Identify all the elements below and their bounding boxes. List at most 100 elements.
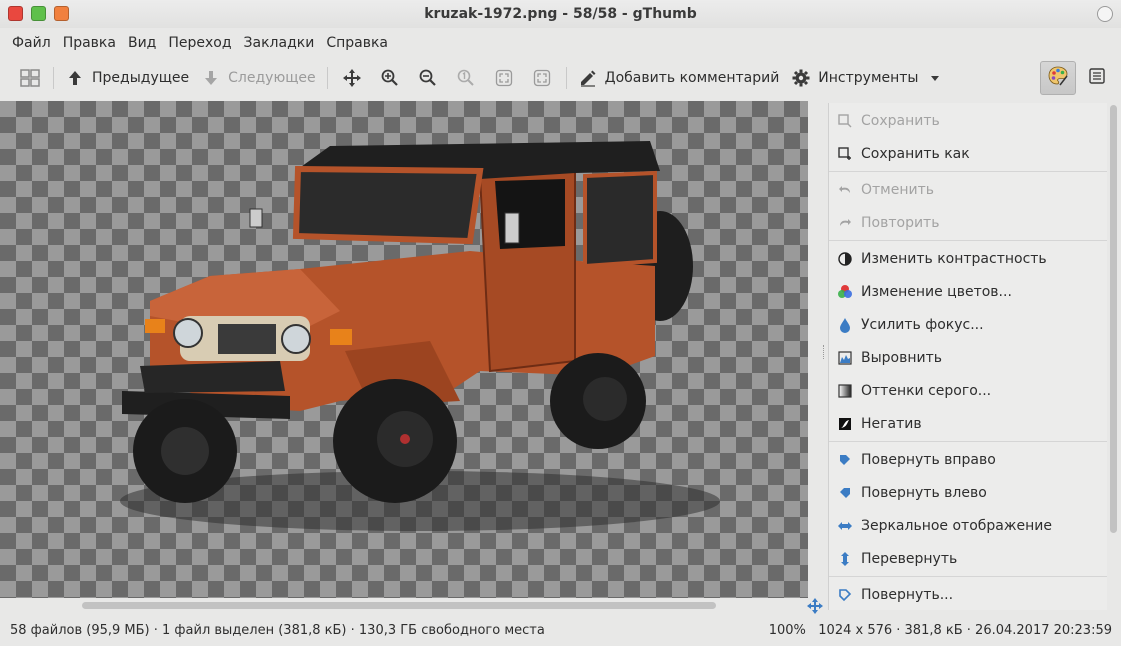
zoom-fill-icon	[532, 68, 552, 88]
tool-undo[interactable]: Отменить	[829, 173, 1107, 206]
properties-button[interactable]	[1082, 61, 1112, 95]
toolbar-separator	[53, 67, 54, 89]
image-tools-toggle[interactable]	[1040, 61, 1076, 95]
status-bar: 58 файлов (95,9 МБ) · 1 файл выделен (38…	[0, 614, 1121, 646]
contrast-icon	[837, 251, 853, 267]
tool-rotate-right[interactable]: Повернуть вправо	[829, 443, 1107, 476]
jeep-image	[120, 141, 720, 531]
menu-go[interactable]: Переход	[162, 35, 237, 51]
zoom-1-icon	[456, 68, 476, 88]
pencil-icon	[578, 68, 598, 88]
tool-sharpen-label: Усилить фокус...	[861, 316, 984, 333]
tool-redo[interactable]: Повторить	[829, 206, 1107, 239]
zoom-in-icon	[380, 68, 400, 88]
window-menu-button[interactable]	[1097, 6, 1113, 22]
menu-edit[interactable]: Правка	[57, 35, 122, 51]
browser-view-button[interactable]	[12, 62, 48, 94]
tool-colors[interactable]: Изменение цветов...	[829, 275, 1107, 308]
viewer-horizontal-scrollbar[interactable]	[0, 598, 822, 614]
status-files-info: 58 файлов (95,9 МБ) · 1 файл выделен (38…	[10, 622, 545, 638]
tool-flip-label: Перевернуть	[861, 550, 958, 567]
menu-bookmarks[interactable]: Закладки	[238, 35, 321, 51]
tool-rotate-label: Повернуть...	[861, 586, 954, 603]
grid-icon	[20, 68, 40, 88]
add-comment-button[interactable]: Добавить комментарий	[572, 62, 786, 94]
previous-button[interactable]: Предыдущее	[59, 62, 195, 94]
menu-help[interactable]: Справка	[320, 35, 394, 51]
tool-save-label: Сохранить	[861, 112, 940, 129]
pane-resize-handle[interactable]	[823, 345, 826, 359]
arrow-up-icon	[65, 68, 85, 88]
next-button[interactable]: Следующее	[195, 62, 322, 94]
fit-button[interactable]	[333, 62, 371, 94]
zoom-fit-button[interactable]	[485, 62, 523, 94]
flip-icon	[837, 551, 853, 567]
menu-view[interactable]: Вид	[122, 35, 162, 51]
image-tools-panel: Сохранить Сохранить как Отменить Повтори…	[828, 103, 1107, 610]
save-icon	[837, 113, 853, 129]
toolbar: Предыдущее Следующее Добавить комментари…	[0, 58, 1121, 98]
tool-rotate-right-label: Повернуть вправо	[861, 451, 996, 468]
menu-bar: Файл Правка Вид Переход Закладки Справка	[0, 30, 394, 56]
rotate-left-icon	[837, 485, 853, 501]
horizontal-scroll-thumb[interactable]	[82, 602, 716, 609]
tool-redo-label: Повторить	[861, 214, 940, 231]
tool-save[interactable]: Сохранить	[829, 104, 1107, 137]
maximize-window-button[interactable]	[31, 6, 46, 21]
close-window-button[interactable]	[8, 6, 23, 21]
tool-mirror[interactable]: Зеркальное отображение	[829, 509, 1107, 542]
tool-rotate[interactable]: Повернуть...	[829, 578, 1107, 610]
tool-flip[interactable]: Перевернуть	[829, 542, 1107, 575]
undo-icon	[837, 182, 853, 198]
tools-menu-button[interactable]: Инструменты	[785, 62, 951, 94]
tool-save-as-label: Сохранить как	[861, 145, 970, 162]
list-icon	[1089, 68, 1105, 88]
toolbar-separator	[565, 67, 567, 89]
tool-grayscale[interactable]: Оттенки серого...	[829, 374, 1107, 407]
image-viewer[interactable]	[0, 101, 808, 598]
move-arrows-icon	[342, 68, 362, 88]
zoom-in-button[interactable]	[371, 62, 409, 94]
rotate-right-icon	[837, 452, 853, 468]
tool-grayscale-label: Оттенки серого...	[861, 382, 992, 399]
tool-equalize-label: Выровнить	[861, 349, 943, 366]
tool-group-rotate: Повернуть...	[829, 577, 1107, 610]
palette-icon	[1047, 65, 1069, 91]
status-image-details: 1024 x 576 · 381,8 кБ · 26.04.2017 20:23…	[818, 622, 1112, 638]
tools-panel-scrollbar[interactable]	[1108, 103, 1118, 610]
menu-file[interactable]: Файл	[6, 35, 57, 51]
toolbar-separator	[326, 67, 328, 89]
tool-group-file: Сохранить Сохранить как	[829, 103, 1107, 172]
title-bar: kruzak-1972.png - 58/58 - gThumb	[0, 0, 1121, 28]
tool-colors-label: Изменение цветов...	[861, 283, 1012, 300]
status-image-info: 100% 1024 x 576 · 381,8 кБ · 26.04.2017 …	[769, 623, 1112, 638]
zoom-fill-button[interactable]	[523, 62, 561, 94]
chevron-down-icon	[925, 68, 945, 88]
add-comment-label: Добавить комментарий	[604, 70, 780, 86]
tool-undo-label: Отменить	[861, 181, 935, 198]
save-as-icon	[837, 146, 853, 162]
window-title: kruzak-1972.png - 58/58 - gThumb	[424, 6, 697, 22]
tool-mirror-label: Зеркальное отображение	[861, 517, 1052, 534]
tools-panel-scroll-thumb[interactable]	[1110, 105, 1117, 533]
next-label: Следующее	[228, 70, 316, 86]
gear-icon	[791, 68, 811, 88]
tool-contrast-label: Изменить контрастность	[861, 250, 1047, 267]
tool-sharpen[interactable]: Усилить фокус...	[829, 308, 1107, 341]
zoom-out-icon	[418, 68, 438, 88]
redo-icon	[837, 215, 853, 231]
rotate-icon	[837, 587, 853, 603]
tool-negative[interactable]: Негатив	[829, 407, 1107, 440]
droplet-icon	[837, 317, 853, 333]
minimize-window-button[interactable]	[54, 6, 69, 21]
navigator-icon[interactable]	[806, 597, 824, 615]
tool-rotate-left[interactable]: Повернуть влево	[829, 476, 1107, 509]
window-controls	[8, 6, 69, 21]
tool-contrast[interactable]: Изменить контрастность	[829, 242, 1107, 275]
zoom-out-button[interactable]	[409, 62, 447, 94]
tool-save-as[interactable]: Сохранить как	[829, 137, 1107, 170]
tool-equalize[interactable]: Выровнить	[829, 341, 1107, 374]
color-circles-icon	[837, 284, 853, 300]
viewer-vertical-scrollbar[interactable]	[808, 101, 822, 598]
zoom-original-button[interactable]	[447, 62, 485, 94]
